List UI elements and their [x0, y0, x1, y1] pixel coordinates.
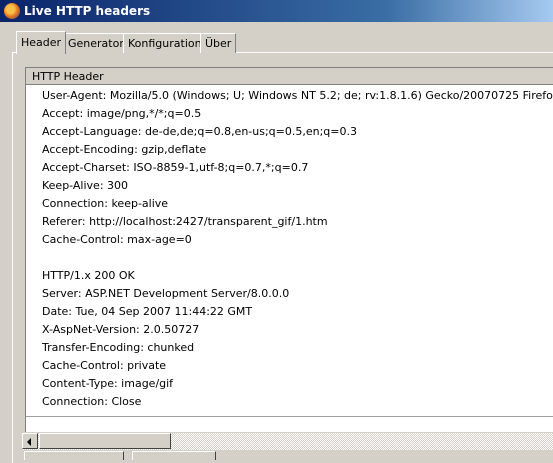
list-item[interactable]: Content-Type: image/gif	[42, 375, 553, 393]
list-item[interactable]: User-Agent: Mozilla/5.0 (Windows; U; Win…	[42, 87, 553, 105]
window-title: Live HTTP headers	[24, 4, 151, 18]
tab-konfiguration[interactable]: Konfiguration	[123, 33, 207, 53]
tab-ueber[interactable]: Über	[200, 33, 237, 53]
list-item[interactable]: Accept-Charset: ISO-8859-1,utf-8;q=0.7,*…	[42, 159, 553, 177]
list-item[interactable]: Connection: keep-alive	[42, 195, 553, 213]
title-bar: Live HTTP headers	[0, 0, 553, 22]
list-item[interactable]: Cache-Control: private	[42, 357, 553, 375]
list-item[interactable]: X-AspNet-Version: 2.0.50727	[42, 321, 553, 339]
header-rows: User-Agent: Mozilla/5.0 (Windows; U; Win…	[42, 87, 553, 411]
scroll-left-button[interactable]	[22, 433, 38, 449]
tab-header[interactable]: Header	[16, 31, 67, 54]
list-item[interactable]: Date: Tue, 04 Sep 2007 11:44:22 GMT	[42, 303, 553, 321]
http-header-list[interactable]: HTTP Header User-Agent: Mozilla/5.0 (Win…	[25, 67, 553, 438]
list-item[interactable]: Accept-Encoding: gzip,deflate	[42, 141, 553, 159]
list-item[interactable]: Accept-Language: de-de,de;q=0.8,en-us;q=…	[42, 123, 553, 141]
list-item[interactable]: Keep-Alive: 300	[42, 177, 553, 195]
list-item[interactable]: Accept: image/png,*/*;q=0.5	[42, 105, 553, 123]
firefox-icon	[4, 3, 20, 19]
bottom-button-right[interactable]	[132, 451, 216, 460]
left-arrow-icon	[27, 438, 31, 446]
list-item[interactable]: HTTP/1.x 200 OK	[42, 267, 553, 285]
list-divider	[26, 416, 553, 417]
scroll-thumb[interactable]	[39, 433, 171, 449]
list-item[interactable]: Transfer-Encoding: chunked	[42, 339, 553, 357]
list-item-blank[interactable]	[42, 249, 553, 267]
column-header-http-header[interactable]: HTTP Header	[26, 68, 553, 85]
list-item[interactable]: Cache-Control: max-age=0	[42, 231, 553, 249]
horizontal-scrollbar[interactable]	[22, 432, 553, 450]
list-item[interactable]: Server: ASP.NET Development Server/8.0.0…	[42, 285, 553, 303]
tab-generator[interactable]: Generator	[63, 33, 129, 53]
bottom-button-left[interactable]	[24, 451, 124, 460]
list-item[interactable]: Referer: http://localhost:2427/transpare…	[42, 213, 553, 231]
list-item[interactable]: Connection: Close	[42, 393, 553, 411]
